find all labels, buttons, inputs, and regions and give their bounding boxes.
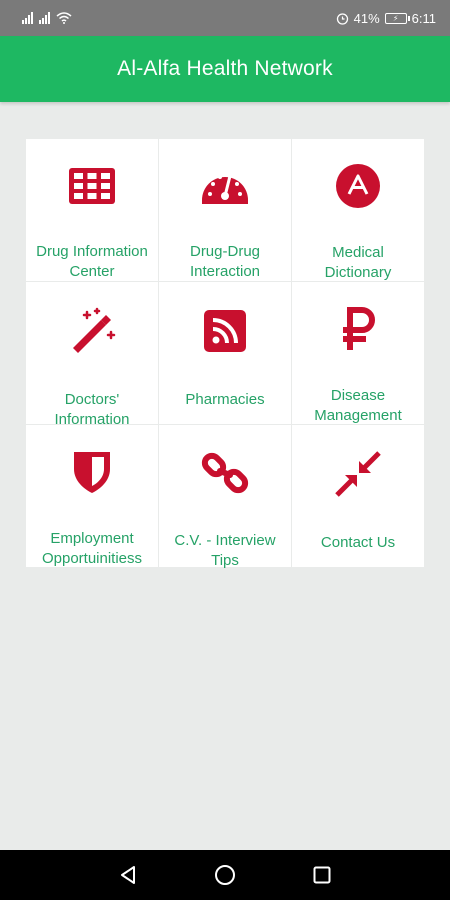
menu-tile-doctors-information[interactable]: Doctors' Information (26, 282, 158, 428)
status-right: 41% ⚡ 6:11 (336, 11, 436, 26)
compress-arrows-icon (333, 449, 383, 499)
letter-a-circle-icon (333, 163, 383, 209)
menu-tile-contact-us[interactable]: Contact Us (292, 425, 424, 567)
signal-icon (22, 12, 33, 24)
menu-tile-label: Medical Dictionary (324, 244, 392, 281)
home-icon[interactable] (210, 860, 240, 890)
back-icon[interactable] (113, 860, 143, 890)
menu-tile-label: Pharmacies (185, 391, 265, 408)
app-title: Al-Alfa Health Network (117, 57, 333, 80)
menu-tile-drug-drug-interaction[interactable]: Drug-Drug Interaction (159, 139, 291, 281)
shield-icon (67, 449, 117, 495)
dashboard-gauge-icon (200, 163, 250, 208)
navigation-bar (0, 850, 450, 900)
menu-tile-label: C.V. - Interview Tips (174, 532, 276, 569)
battery-percent: 41% (353, 10, 380, 26)
rss-feed-icon (200, 306, 250, 356)
table-icon (67, 163, 117, 208)
menu-tile-label: Employment Opportuinitiess (41, 530, 143, 567)
signal-icon (39, 12, 50, 24)
menu-tile-drug-information-center[interactable]: Drug Information Center (26, 139, 158, 281)
chain-link-icon (200, 449, 250, 497)
menu-tile-label: Contact Us (320, 534, 396, 551)
menu-tile-label: Doctors' Information (54, 391, 130, 428)
status-left (22, 12, 72, 24)
menu-grid: Drug Information Center Drug-Drug Intera… (26, 139, 424, 569)
magic-wand-icon (67, 306, 117, 356)
menu-tile-pharmacies[interactable]: Pharmacies (159, 282, 291, 424)
menu-tile-employment-opportunities[interactable]: Employment Opportuinitiess (26, 425, 158, 567)
status-bar: 41% ⚡ 6:11 (0, 0, 450, 36)
menu-tile-label: Disease Management (314, 387, 402, 424)
ruble-sign-icon (333, 306, 383, 352)
menu-tile-disease-management[interactable]: Disease Management (292, 282, 424, 424)
menu-tile-label: Drug-Drug Interaction (189, 243, 261, 280)
menu-tile-label: Drug Information Center (36, 243, 148, 280)
menu-tile-cv-interview-tips[interactable]: C.V. - Interview Tips (159, 425, 291, 569)
alarm-icon (336, 12, 348, 25)
app-bar: Al-Alfa Health Network (0, 36, 450, 102)
recents-icon[interactable] (307, 860, 337, 890)
status-time: 6:11 (411, 10, 436, 26)
wifi-icon (56, 12, 72, 24)
menu-tile-medical-dictionary[interactable]: Medical Dictionary (292, 139, 424, 281)
battery-icon: ⚡ (384, 12, 410, 24)
